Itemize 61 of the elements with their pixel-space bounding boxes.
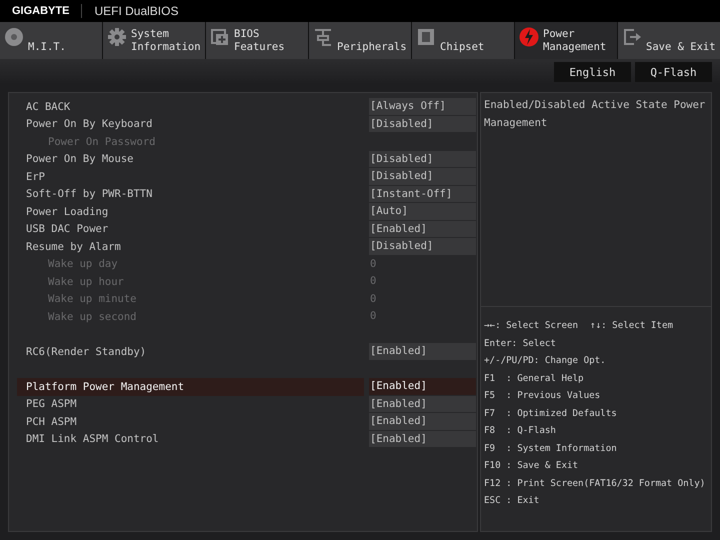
key-hint: F8 : Q-Flash xyxy=(484,425,556,436)
toolbar-button[interactable]: Q-Flash xyxy=(635,62,712,82)
menu-tab[interactable]: Peripherals xyxy=(309,22,411,59)
menu-tab[interactable]: M.I.T. xyxy=(0,22,102,59)
setting-label[interactable]: Power Loading xyxy=(17,203,364,220)
setting-value[interactable]: [Enabled] xyxy=(369,396,476,413)
product-title: UEFI DualBIOS xyxy=(94,4,178,18)
setting-label[interactable]: ErP xyxy=(17,168,364,186)
setting-label[interactable]: DMI Link ASPM Control xyxy=(17,430,364,448)
setting-value[interactable]: [Auto] xyxy=(369,203,476,220)
key-hint: Enter: Select xyxy=(484,338,556,349)
key-hint: +/-/PU/PD: Change Opt. xyxy=(484,355,606,366)
setting-label[interactable]: PCH ASPM xyxy=(17,413,364,430)
board-icon xyxy=(210,27,230,47)
setting-value[interactable]: [Instant-Off] xyxy=(369,186,476,203)
key-hint: F10 : Save & Exit xyxy=(484,460,578,472)
key-hint: ESC : Exit xyxy=(484,495,540,506)
setting-value[interactable]: [Enabled] xyxy=(369,343,476,360)
key-hint: F7 : Optimized Defaults xyxy=(484,408,617,419)
exit-icon xyxy=(622,27,642,47)
key-hint: F12 : Print Screen(FAT16/32 Format Only) xyxy=(484,478,706,489)
disc-icon xyxy=(4,27,24,47)
menu-tab[interactable]: Save & Exit xyxy=(618,22,720,59)
setting-value[interactable]: [Disabled] xyxy=(369,116,476,133)
setting-label[interactable]: Resume by Alarm xyxy=(17,238,364,256)
toolbar-button[interactable]: English xyxy=(554,62,631,82)
power-icon xyxy=(519,27,539,47)
menu-tab[interactable]: Power Management xyxy=(515,22,617,59)
key-hint: F1 : General Help xyxy=(484,372,584,384)
setting-label[interactable]: Power On By Mouse xyxy=(17,150,364,168)
key-hint: F5 : Previous Values xyxy=(484,390,600,402)
menu-tab[interactable]: BIOS Features xyxy=(206,22,308,59)
setting-label[interactable]: USB DAC Power xyxy=(17,220,364,238)
key-hint: F9 : System Information xyxy=(484,442,617,454)
setting-value[interactable]: [Enabled] xyxy=(369,430,476,448)
help-description: Enabled/Disabled Active State Power Management xyxy=(484,99,706,128)
setting-value[interactable]: [Enabled] xyxy=(369,413,476,430)
setting-value: 0 xyxy=(369,273,476,290)
gear-icon xyxy=(107,27,127,47)
key-hint: →←: Select Screen xyxy=(484,320,578,332)
key-hint: ↑↓: Select Item xyxy=(590,320,674,332)
setting-value[interactable]: [Disabled] xyxy=(369,168,476,186)
menu-tab[interactable]: Chipset xyxy=(412,22,514,59)
setting-label[interactable]: Power On By Keyboard xyxy=(17,116,364,133)
setting-label[interactable]: AC BACK xyxy=(17,98,364,116)
setting-value[interactable]: [Enabled] xyxy=(369,220,476,238)
setting-label[interactable]: PEG ASPM xyxy=(17,396,364,413)
setting-value: 0 xyxy=(369,290,476,308)
brand-logo: GIGABYTE xyxy=(12,4,82,18)
chip-icon xyxy=(416,27,436,47)
setting-value[interactable]: [Disabled] xyxy=(369,238,476,256)
setting-value: 0 xyxy=(369,308,476,326)
setting-label[interactable]: RC6(Render Standby) xyxy=(17,343,364,360)
menu-tab[interactable]: System Information xyxy=(103,22,205,59)
connector-icon xyxy=(313,27,333,47)
setting-label[interactable]: Soft-Off by PWR-BTTN xyxy=(17,186,364,203)
setting-value[interactable]: [Disabled] xyxy=(369,150,476,168)
setting-value[interactable]: [Enabled] xyxy=(369,378,476,396)
setting-label[interactable]: Platform Power Management xyxy=(17,378,364,396)
setting-value[interactable]: [Always Off] xyxy=(369,98,476,116)
setting-value: 0 xyxy=(369,256,476,273)
